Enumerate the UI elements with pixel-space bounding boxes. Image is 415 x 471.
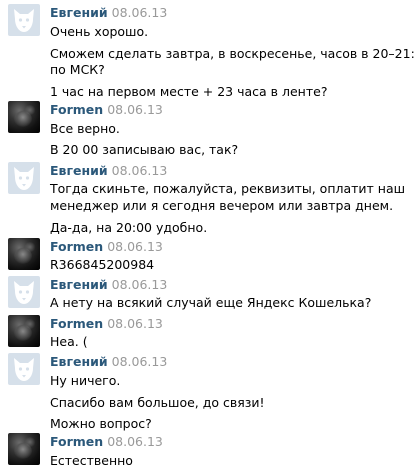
- chat-history: Евгений 08.06.13 Очень хорошо. Сможем сде…: [0, 0, 415, 471]
- message-header: Formen 08.06.13: [50, 101, 163, 117]
- message-text: Естественно: [50, 453, 133, 468]
- author-name[interactable]: Formen: [50, 239, 103, 254]
- dog-icon: [14, 167, 34, 190]
- author-name[interactable]: Евгений: [50, 163, 108, 178]
- message-text: Все верно.: [50, 121, 120, 136]
- author-name[interactable]: Евгений: [50, 5, 108, 20]
- avatar-image-highlight: [24, 105, 36, 115]
- vk-dog-avatar[interactable]: [8, 353, 40, 385]
- message-header: Formen 08.06.13: [50, 433, 163, 449]
- message-date[interactable]: 08.06.13: [112, 163, 168, 178]
- message-text: Неа. (: [50, 334, 88, 349]
- author-name[interactable]: Евгений: [50, 354, 108, 369]
- message-text: Сможем сделать завтра, в воскресенье, ча…: [50, 46, 415, 61]
- photo-avatar[interactable]: [8, 433, 40, 465]
- vk-dog-avatar[interactable]: [8, 4, 40, 36]
- message-date[interactable]: 08.06.13: [107, 434, 163, 449]
- message-text: по МСК?: [50, 62, 105, 77]
- message-header: Евгений 08.06.13: [50, 353, 167, 369]
- dog-icon: [14, 9, 34, 32]
- message-header: Евгений 08.06.13: [50, 4, 167, 20]
- message-header: Евгений 08.06.13: [50, 162, 167, 178]
- avatar-image-highlight: [24, 319, 36, 329]
- message-text: Да-да, на 20:00 удобно.: [50, 220, 208, 235]
- message-header: Евгений 08.06.13: [50, 276, 167, 292]
- message-date[interactable]: 08.06.13: [112, 5, 168, 20]
- message-text: В 20 00 записываю вас, так?: [50, 142, 239, 157]
- message-text: А нету на всякий случай еще Яндекс Кошел…: [50, 295, 372, 310]
- dog-icon: [14, 358, 34, 381]
- author-name[interactable]: Formen: [50, 434, 103, 449]
- avatar-image-highlight: [24, 242, 36, 252]
- message-text: Спасибо вам большое, до связи!: [50, 395, 265, 410]
- avatar-image-highlight: [24, 437, 36, 447]
- author-name[interactable]: Formen: [50, 102, 103, 117]
- photo-avatar[interactable]: [8, 101, 40, 133]
- message-date[interactable]: 08.06.13: [107, 102, 163, 117]
- vk-dog-avatar[interactable]: [8, 276, 40, 308]
- message-text: Тогда скиньте, пожалуйста, реквизиты, оп…: [50, 181, 406, 196]
- message-date[interactable]: 08.06.13: [107, 316, 163, 331]
- message-header: Formen 08.06.13: [50, 315, 163, 331]
- vk-dog-avatar[interactable]: [8, 162, 40, 194]
- message-text: Ну ничего.: [50, 373, 121, 388]
- photo-avatar[interactable]: [8, 315, 40, 347]
- message-date[interactable]: 08.06.13: [112, 354, 168, 369]
- photo-avatar[interactable]: [8, 238, 40, 270]
- author-name[interactable]: Евгений: [50, 277, 108, 292]
- message-date[interactable]: 08.06.13: [112, 277, 168, 292]
- message-text: R366845200984: [50, 257, 155, 272]
- message-header: Formen 08.06.13: [50, 238, 163, 254]
- message-text: Можно вопрос?: [50, 416, 152, 431]
- author-name[interactable]: Formen: [50, 316, 103, 331]
- dog-icon: [14, 281, 34, 304]
- message-text: 1 час на первом месте + 23 часа в ленте?: [50, 84, 328, 99]
- message-text: Очень хорошо.: [50, 24, 149, 39]
- message-date[interactable]: 08.06.13: [107, 239, 163, 254]
- message-text: менеджер или я сегодня вечером или завтр…: [50, 198, 394, 213]
